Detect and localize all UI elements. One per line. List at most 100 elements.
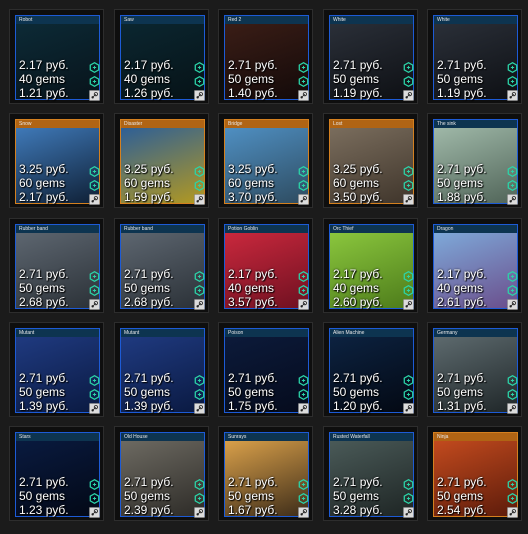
gem-hex-icon[interactable]: [403, 373, 414, 387]
gem-hex-icon[interactable]: [298, 373, 309, 387]
gem-hex-icon[interactable]: [89, 74, 100, 88]
trading-card[interactable]: Lost 3.25 руб. 60 gems 3.50 руб.: [323, 113, 418, 208]
trading-card[interactable]: Robot 2.17 руб. 40 gems 1.21 руб.: [9, 9, 104, 104]
steam-icon[interactable]: [403, 297, 414, 310]
gem-hex-icon[interactable]: [194, 60, 205, 74]
trading-card[interactable]: White 2.71 руб. 50 gems 1.19 руб.: [323, 9, 418, 104]
steam-icon[interactable]: [298, 505, 309, 518]
steam-icon[interactable]: [507, 192, 518, 205]
gem-hex-icon[interactable]: [507, 387, 518, 401]
trading-card[interactable]: Rubber band 2.71 руб. 50 gems 2.68 руб.: [9, 218, 104, 313]
gem-hex-icon[interactable]: [507, 60, 518, 74]
gem-hex-icon[interactable]: [403, 283, 414, 297]
gem-hex-icon[interactable]: [507, 491, 518, 505]
steam-icon[interactable]: [194, 192, 205, 205]
gem-hex-icon[interactable]: [298, 269, 309, 283]
steam-icon[interactable]: [403, 401, 414, 414]
gem-hex-icon[interactable]: [89, 373, 100, 387]
gem-hex-icon[interactable]: [403, 491, 414, 505]
trading-card[interactable]: Rusted Waterfall 2.71 руб. 50 gems 3.28 руб…: [323, 426, 418, 521]
trading-card[interactable]: Sunrays 2.71 руб. 50 gems 1.67 руб.: [218, 426, 313, 521]
gem-hex-icon[interactable]: [298, 283, 309, 297]
trading-card[interactable]: Dragon 2.17 руб. 40 gems 2.61 руб.: [427, 218, 522, 313]
gem-hex-icon[interactable]: [403, 60, 414, 74]
trading-card[interactable]: Rubber band 2.71 руб. 50 gems 2.68 руб.: [114, 218, 209, 313]
steam-icon[interactable]: [194, 505, 205, 518]
gem-hex-icon[interactable]: [194, 491, 205, 505]
gem-hex-icon[interactable]: [507, 269, 518, 283]
trading-card[interactable]: Poison 2.71 руб. 50 gems 1.75 руб.: [218, 322, 313, 417]
steam-icon[interactable]: [507, 401, 518, 414]
gem-hex-icon[interactable]: [89, 283, 100, 297]
gem-hex-icon[interactable]: [89, 178, 100, 192]
trading-card[interactable]: Bridge 3.25 руб. 60 gems 3.70 руб.: [218, 113, 313, 208]
trading-card[interactable]: The sink 2.71 руб. 50 gems 1.88 руб.: [427, 113, 522, 208]
gem-hex-icon[interactable]: [194, 178, 205, 192]
gem-hex-icon[interactable]: [89, 387, 100, 401]
gem-hex-icon[interactable]: [403, 387, 414, 401]
gem-hex-icon[interactable]: [194, 387, 205, 401]
gem-hex-icon[interactable]: [89, 60, 100, 74]
trading-card[interactable]: Ninja 2.71 руб. 50 gems 2.54 руб.: [427, 426, 522, 521]
steam-icon[interactable]: [403, 88, 414, 101]
gem-hex-icon[interactable]: [507, 74, 518, 88]
gem-hex-icon[interactable]: [298, 164, 309, 178]
steam-icon[interactable]: [89, 297, 100, 310]
gem-hex-icon[interactable]: [507, 373, 518, 387]
trading-card[interactable]: White 2.71 руб. 50 gems 1.19 руб.: [427, 9, 522, 104]
gem-hex-icon[interactable]: [194, 74, 205, 88]
trading-card[interactable]: Potion Goblin 2.17 руб. 40 gems 3.57 руб.: [218, 218, 313, 313]
gem-hex-icon[interactable]: [89, 477, 100, 491]
gem-hex-icon[interactable]: [89, 491, 100, 505]
trading-card[interactable]: Mutant 2.71 руб. 50 gems 1.39 руб.: [114, 322, 209, 417]
gem-hex-icon[interactable]: [507, 283, 518, 297]
gem-hex-icon[interactable]: [507, 178, 518, 192]
gem-hex-icon[interactable]: [194, 269, 205, 283]
trading-card[interactable]: Red 2 2.71 руб. 50 gems 1.40 руб.: [218, 9, 313, 104]
gem-hex-icon[interactable]: [403, 178, 414, 192]
gem-hex-icon[interactable]: [194, 164, 205, 178]
trading-card[interactable]: Disaster 3.25 руб. 60 gems 1.59 руб.: [114, 113, 209, 208]
gem-hex-icon[interactable]: [89, 164, 100, 178]
gem-hex-icon[interactable]: [194, 283, 205, 297]
steam-icon[interactable]: [89, 401, 100, 414]
gem-hex-icon[interactable]: [89, 269, 100, 283]
trading-card[interactable]: Snow 3.25 руб. 60 gems 2.17 руб.: [9, 113, 104, 208]
steam-icon[interactable]: [298, 88, 309, 101]
steam-icon[interactable]: [89, 192, 100, 205]
steam-icon[interactable]: [194, 401, 205, 414]
gem-hex-icon[interactable]: [298, 60, 309, 74]
gem-hex-icon[interactable]: [403, 164, 414, 178]
gem-hex-icon[interactable]: [403, 269, 414, 283]
gem-hex-icon[interactable]: [298, 74, 309, 88]
gem-hex-icon[interactable]: [194, 373, 205, 387]
gem-hex-icon[interactable]: [403, 74, 414, 88]
trading-card[interactable]: Old House 2.71 руб. 50 gems 2.39 руб.: [114, 426, 209, 521]
gem-hex-icon[interactable]: [403, 477, 414, 491]
steam-icon[interactable]: [89, 505, 100, 518]
gem-hex-icon[interactable]: [507, 477, 518, 491]
trading-card[interactable]: Stars 2.71 руб. 50 gems 1.23 руб.: [9, 426, 104, 521]
steam-icon[interactable]: [89, 88, 100, 101]
gem-hex-icon[interactable]: [507, 164, 518, 178]
trading-card[interactable]: Orc Thief 2.17 руб. 40 gems 2.60 руб.: [323, 218, 418, 313]
trading-card[interactable]: Alien Machine 2.71 руб. 50 gems 1.20 руб.: [323, 322, 418, 417]
steam-icon[interactable]: [507, 505, 518, 518]
gem-hex-icon[interactable]: [298, 387, 309, 401]
steam-icon[interactable]: [403, 192, 414, 205]
steam-icon[interactable]: [298, 192, 309, 205]
gem-hex-icon[interactable]: [194, 477, 205, 491]
gem-hex-icon[interactable]: [298, 477, 309, 491]
trading-card[interactable]: Germany 2.71 руб. 50 gems 1.31 руб.: [427, 322, 522, 417]
steam-icon[interactable]: [298, 401, 309, 414]
steam-icon[interactable]: [298, 297, 309, 310]
steam-icon[interactable]: [194, 297, 205, 310]
gem-hex-icon[interactable]: [298, 491, 309, 505]
gem-hex-icon[interactable]: [298, 178, 309, 192]
trading-card[interactable]: Mutant 2.71 руб. 50 gems 1.39 руб.: [9, 322, 104, 417]
steam-icon[interactable]: [403, 505, 414, 518]
steam-icon[interactable]: [507, 88, 518, 101]
steam-icon[interactable]: [194, 88, 205, 101]
steam-icon[interactable]: [507, 297, 518, 310]
trading-card[interactable]: Saw 2.17 руб. 40 gems 1.26 руб.: [114, 9, 209, 104]
